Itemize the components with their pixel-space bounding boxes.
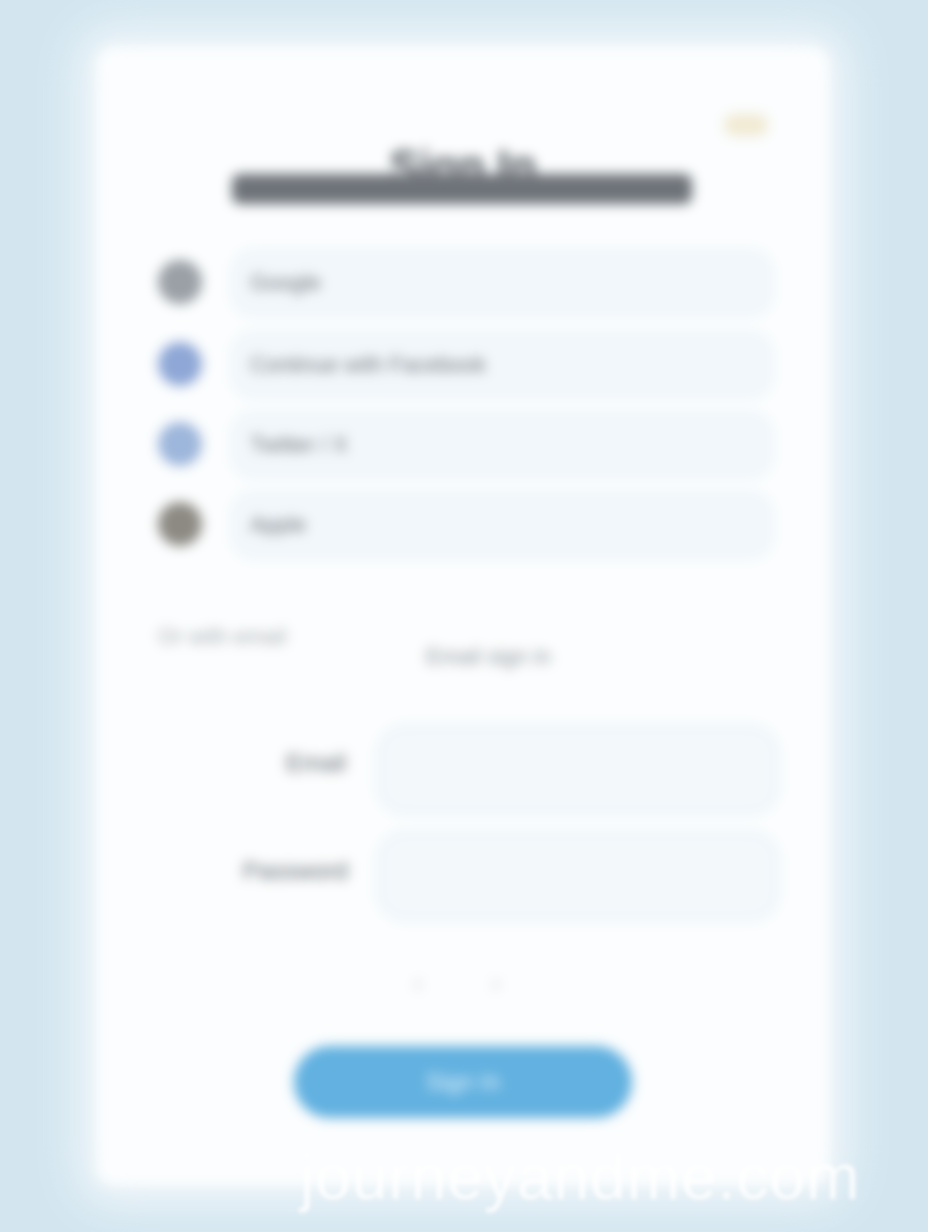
apple-icon [158, 502, 202, 546]
social-row-google[interactable]: Google [158, 250, 772, 316]
password-field[interactable] [378, 832, 778, 920]
divider-label-left: Or with email [158, 624, 287, 649]
divider-label-right: Email sign in [426, 644, 551, 669]
social-row-twitter[interactable]: Twitter / X [158, 412, 772, 478]
social-label: Apple [250, 512, 307, 537]
social-field[interactable]: Apple [232, 492, 772, 558]
facebook-icon [158, 342, 202, 386]
social-label: Google [250, 270, 321, 295]
email-field[interactable] [378, 726, 778, 814]
sign-in-button[interactable]: Sign In [294, 1046, 632, 1118]
social-label: Continue with Facebook [250, 352, 487, 377]
email-label: Email [285, 750, 346, 777]
social-row-facebook[interactable]: Continue with Facebook [158, 332, 772, 398]
social-field[interactable]: Google [232, 250, 772, 316]
password-label: Password [242, 858, 348, 885]
badge-icon [724, 114, 768, 136]
twitter-icon [158, 422, 202, 466]
watermark: journeyandme.com [300, 1141, 861, 1213]
social-field[interactable]: Continue with Facebook [232, 332, 772, 398]
social-label: Twitter / X [250, 432, 348, 457]
pager-next-icon[interactable]: › [492, 970, 500, 998]
social-row-apple[interactable]: Apple [158, 492, 772, 558]
google-icon [158, 260, 202, 304]
login-card: Sign In Google Continue with Facebook Tw… [96, 46, 830, 1186]
page-subtitle [232, 174, 692, 204]
pager-prev-icon[interactable]: ‹ [414, 970, 422, 998]
social-field[interactable]: Twitter / X [232, 412, 772, 478]
page-blurred-content: Sign In Google Continue with Facebook Tw… [0, 0, 928, 1232]
